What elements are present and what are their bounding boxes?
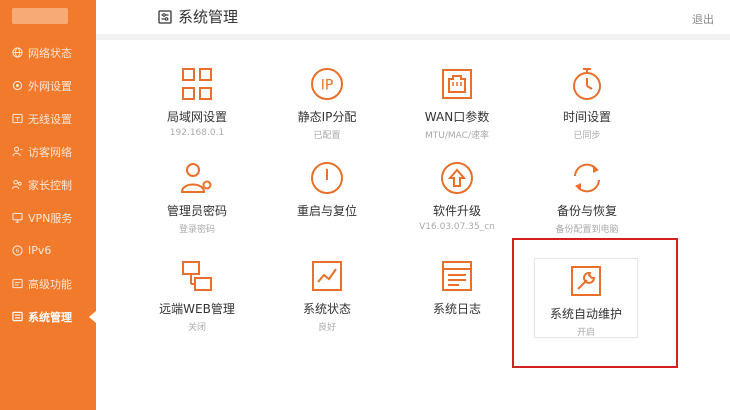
logout-link[interactable]: 退出 <box>692 11 714 27</box>
tile-system-auto-maintenance[interactable]: 系统自动维护 开启 <box>534 258 638 338</box>
tile-backup-restore[interactable]: 备份与恢复 备份配置到电脑 <box>532 160 642 240</box>
tile-subtext: 已配置 <box>313 131 341 141</box>
page-title: 系统管理 <box>178 8 239 26</box>
system-management-panel: 局域网设置 192.168.0.1 IP 静态IP分配 已配置 WAN口参数 M… <box>96 40 730 410</box>
brand-logo <box>12 8 68 24</box>
tile-label: 系统自动维护 <box>549 307 622 321</box>
remote-web-icon <box>179 258 215 294</box>
ip-icon: IP <box>309 66 345 102</box>
tile-label: 时间设置 <box>562 110 611 124</box>
tile-subtext: 登录密码 <box>178 225 215 235</box>
sidebar-item-ipv6[interactable]: 6 IPv6 <box>0 234 96 267</box>
tile-label: 软件升级 <box>432 204 481 218</box>
tile-subtext: 192.168.0.1 <box>169 128 225 138</box>
sidebar-item-system-management[interactable]: 系统管理 <box>0 300 96 333</box>
tile-label: 管理员密码 <box>166 204 227 218</box>
tile-label: 局域网设置 <box>166 110 227 124</box>
system-log-icon <box>439 258 475 294</box>
wan-port-icon <box>439 66 475 102</box>
sidebar-item-vpn[interactable]: VPN服务 <box>0 201 96 234</box>
sidebar-item-label: IPv6 <box>28 244 52 257</box>
tile-subtext: 已同步 <box>573 131 601 141</box>
settings-panel-icon <box>158 9 172 24</box>
sidebar-item-label: 家长控制 <box>28 178 72 192</box>
upgrade-icon <box>439 160 475 196</box>
tile-system-log[interactable]: 系统日志 <box>402 258 512 338</box>
tile-label: 系统日志 <box>432 302 481 316</box>
tile-admin-password[interactable]: 管理员密码 登录密码 <box>142 160 252 240</box>
tile-label: 静态IP分配 <box>297 110 357 124</box>
tile-static-ip[interactable]: IP 静态IP分配 已配置 <box>272 66 382 146</box>
tile-remote-web-management[interactable]: 远端WEB管理 关闭 <box>142 258 252 338</box>
sidebar: 网络状态 外网设置 无线设置 访客网络 家长控制 VPN服务 6 IPv6 高级… <box>0 0 96 410</box>
sidebar-item-wireless[interactable]: 无线设置 <box>0 102 96 135</box>
vpn-shield-icon <box>12 212 23 223</box>
sidebar-item-label: 外网设置 <box>28 79 72 93</box>
sidebar-item-label: 高级功能 <box>28 277 72 291</box>
globe-icon <box>12 47 23 58</box>
tile-label: 系统状态 <box>302 302 351 316</box>
wan-settings-icon <box>12 80 23 91</box>
tile-label: 重启与复位 <box>296 204 357 218</box>
svg-text:IP: IP <box>321 78 334 94</box>
sidebar-item-label: 系统管理 <box>28 310 72 324</box>
tile-subtext: MTU/MAC/速率 <box>425 131 489 141</box>
tile-lan-settings[interactable]: 局域网设置 192.168.0.1 <box>142 66 252 146</box>
sidebar-item-guest-network[interactable]: 访客网络 <box>0 135 96 168</box>
sidebar-item-parental-control[interactable]: 家长控制 <box>0 168 96 201</box>
tile-wan-port[interactable]: WAN口参数 MTU/MAC/速率 <box>402 66 512 146</box>
svg-text:6: 6 <box>16 249 20 255</box>
backup-restore-icon <box>569 160 605 196</box>
tile-subtext: 关闭 <box>187 323 206 333</box>
sidebar-item-advanced[interactable]: 高级功能 <box>0 267 96 300</box>
system-status-icon <box>309 258 345 294</box>
guest-icon <box>12 146 23 157</box>
clock-icon <box>569 66 605 102</box>
tile-label: 远端WEB管理 <box>159 302 235 316</box>
ipv6-icon: 6 <box>12 245 23 256</box>
power-icon <box>309 160 345 196</box>
page-header: 系统管理 退出 <box>96 0 730 34</box>
tile-label: 备份与恢复 <box>556 204 617 218</box>
tile-subtext: V16.03.07.35_cn <box>419 222 495 232</box>
tile-subtext: 良好 <box>317 323 336 333</box>
sidebar-nav: 网络状态 外网设置 无线设置 访客网络 家长控制 VPN服务 6 IPv6 高级… <box>0 36 96 333</box>
sidebar-item-label: VPN服务 <box>28 211 73 225</box>
parental-control-icon <box>12 179 23 190</box>
tile-reboot-reset[interactable]: 重启与复位 <box>272 160 382 240</box>
tile-label: WAN口参数 <box>424 110 490 124</box>
sidebar-item-label: 网络状态 <box>28 46 72 60</box>
tile-subtext: 备份配置到电脑 <box>555 225 619 235</box>
admin-key-icon <box>179 160 215 196</box>
wireless-icon <box>12 113 23 124</box>
tile-time-settings[interactable]: 时间设置 已同步 <box>532 66 642 146</box>
lan-icon <box>179 66 215 102</box>
tile-software-upgrade[interactable]: 软件升级 V16.03.07.35_cn <box>402 160 512 240</box>
wrench-icon <box>568 263 604 299</box>
sidebar-item-label: 无线设置 <box>28 112 72 126</box>
tile-subtext: 开启 <box>576 328 595 338</box>
sidebar-item-label: 访客网络 <box>28 145 72 159</box>
advanced-icon <box>12 278 23 289</box>
router-admin-window: 网络状态 外网设置 无线设置 访客网络 家长控制 VPN服务 6 IPv6 高级… <box>0 0 730 410</box>
system-management-icon <box>12 311 23 322</box>
sidebar-item-network-status[interactable]: 网络状态 <box>0 36 96 69</box>
sidebar-item-wan-settings[interactable]: 外网设置 <box>0 69 96 102</box>
tile-system-status[interactable]: 系统状态 良好 <box>272 258 382 338</box>
